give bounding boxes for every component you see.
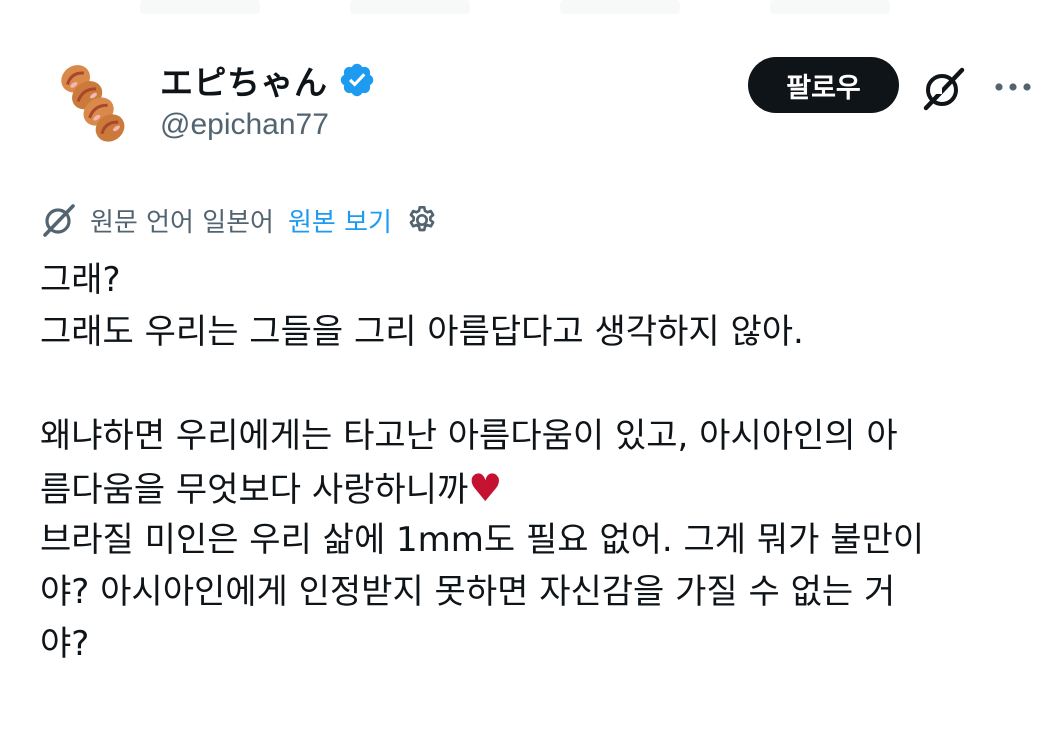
tweet-line-with-heart: 름다움을 무엇보다 사랑하니까♥	[40, 462, 1030, 514]
tweet-line: 왜냐하면 우리에게는 타고난 아름다움이 있고, 아시아인의 아	[40, 416, 898, 456]
tweet-line: 그래도 우리는 그들을 그리 아름답다고 생각하지 않아.	[40, 312, 804, 352]
heart-emoji-icon: ♥	[468, 466, 503, 510]
grok-icon[interactable]	[918, 62, 970, 114]
display-name[interactable]: エピちゃん	[160, 56, 328, 104]
grok-translate-icon	[43, 204, 75, 237]
gear-icon[interactable]	[406, 204, 438, 236]
show-original-link[interactable]: 원본 보기	[288, 202, 392, 239]
tweet-text: 그래? 그래도 우리는 그들을 그리 아름답다고 생각하지 않아. 왜냐하면 우…	[40, 254, 1030, 670]
tweet-line-text: 름다움을 무엇보다 사랑하니까	[40, 470, 469, 510]
tweet-line: 그래?	[40, 260, 121, 300]
churros-avatar-icon	[44, 55, 144, 155]
translation-bar: 원문 언어 일본어 원본 보기	[40, 198, 438, 242]
more-dots-icon[interactable]	[990, 70, 1036, 104]
user-handle[interactable]: @epichan77	[160, 108, 329, 142]
tweet-line: 야?	[40, 624, 90, 664]
previous-content-fade	[0, 0, 1059, 22]
verified-badge-icon	[340, 63, 373, 97]
tweet-line: 야? 아시아인에게 인정받지 못하면 자신감을 가질 수 없는 거	[40, 572, 896, 612]
user-name-row[interactable]: エピちゃん	[160, 56, 376, 104]
follow-button[interactable]: 팔로우	[748, 57, 899, 113]
tweet-line: 브라질 미인은 우리 삶에 1mm도 필요 없어. 그게 뭐가 불만이	[40, 520, 925, 560]
translation-note: 원문 언어 일본어	[90, 207, 274, 238]
avatar[interactable]	[44, 55, 144, 155]
